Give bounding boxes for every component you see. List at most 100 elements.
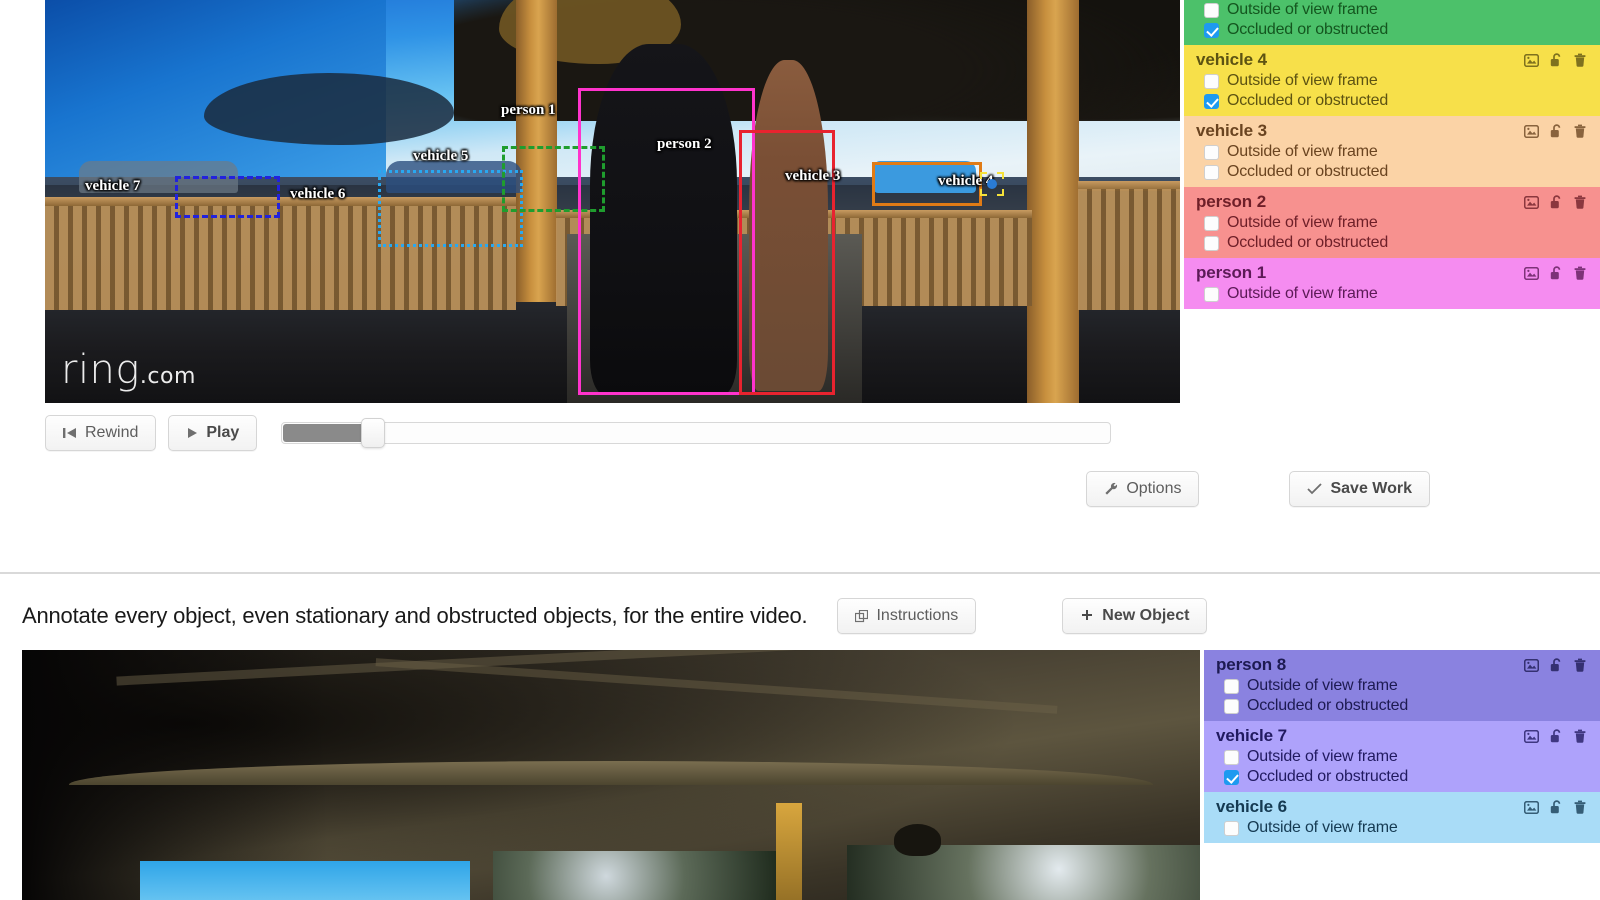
object-entry[interactable]: vehicle 7 Outside of view frame Occluded o… — [1204, 721, 1600, 792]
checkbox-label: Occluded or obstructed — [1227, 234, 1389, 251]
object-entry[interactable]: person 8 Outside of view frame Occluded or… — [1204, 650, 1600, 721]
checkbox-unchecked[interactable] — [1224, 749, 1239, 765]
object-entry[interactable]: vehicle 3 Outside of view frame Occluded o… — [1184, 116, 1600, 187]
unlock-icon[interactable] — [1550, 195, 1563, 209]
checkbox-unchecked[interactable] — [1204, 144, 1219, 160]
image-icon[interactable] — [1524, 195, 1539, 209]
object-header[interactable]: vehicle 4 — [1184, 48, 1600, 71]
checkbox-checked[interactable] — [1224, 769, 1239, 785]
timeline-handle[interactable] — [361, 418, 386, 448]
trash-icon[interactable] — [1574, 124, 1586, 138]
image-icon[interactable] — [1524, 658, 1539, 672]
video-viewport-bottom[interactable] — [22, 650, 1200, 900]
object-title: vehicle 3 — [1196, 121, 1267, 140]
checkbox-label: Outside of view frame — [1227, 72, 1378, 89]
unlock-icon[interactable] — [1550, 658, 1563, 672]
checkbox-row[interactable]: Outside of view frame — [1184, 284, 1600, 304]
object-header[interactable]: vehicle 7 — [1204, 724, 1600, 747]
checkbox-unchecked[interactable] — [1224, 678, 1239, 694]
checkbox-unchecked[interactable] — [1204, 73, 1219, 89]
play-button[interactable]: Play — [168, 415, 258, 451]
bounding-box-label: person 1 — [501, 102, 556, 118]
wrench-icon — [1104, 482, 1118, 496]
object-list-top[interactable]: Outside of view frame Occluded or obstruc… — [1180, 0, 1600, 403]
checkbox-row[interactable]: Occluded or obstructed — [1204, 696, 1600, 716]
checkbox-unchecked[interactable] — [1204, 2, 1219, 18]
save-work-button[interactable]: Save Work — [1289, 471, 1430, 507]
bounding-box-label: vehicle 5 — [413, 148, 469, 164]
object-title: vehicle 4 — [1196, 50, 1267, 69]
video-frame-scene — [45, 0, 1180, 403]
checkbox-row[interactable]: Outside of view frame — [1204, 747, 1600, 767]
unlock-icon[interactable] — [1550, 53, 1563, 67]
checkbox-row[interactable]: Outside of view frame — [1204, 818, 1600, 838]
timeline-slider[interactable] — [281, 418, 1112, 448]
hanging-bell — [893, 824, 941, 856]
checkbox-label: Occluded or obstructed — [1227, 21, 1389, 38]
object-header[interactable]: vehicle 6 — [1204, 795, 1600, 818]
object-entry[interactable]: vehicle 4 Outside of view frame Occluded o… — [1184, 45, 1600, 116]
object-entry[interactable]: vehicle 6 Outside of view frame — [1204, 792, 1600, 843]
object-header[interactable]: person 1 — [1184, 261, 1600, 284]
unlock-icon[interactable] — [1550, 266, 1563, 280]
checkbox-row[interactable]: Occluded or obstructed — [1184, 20, 1600, 40]
play-label: Play — [206, 424, 240, 441]
checkbox-row[interactable]: Occluded or obstructed — [1184, 91, 1600, 111]
checkbox-row[interactable]: Occluded or obstructed — [1204, 767, 1600, 787]
video-viewport-top[interactable]: vehicle 7 vehicle 6 vehicle 5 person 1 perso… — [45, 0, 1180, 403]
object-entry[interactable]: person 2 Outside of view frame Occluded or… — [1184, 187, 1600, 258]
object-header[interactable]: person 8 — [1204, 653, 1600, 676]
checkbox-label: Occluded or obstructed — [1227, 92, 1389, 109]
bounding-box-handles[interactable] — [980, 172, 1004, 196]
unlock-icon[interactable] — [1550, 729, 1563, 743]
object-icon-group — [1524, 124, 1590, 138]
trash-icon[interactable] — [1574, 729, 1586, 743]
object-title: person 2 — [1196, 192, 1267, 211]
object-list-bottom[interactable]: person 8 Outside of view frame Occluded or… — [1200, 650, 1600, 900]
object-icon-group — [1524, 195, 1590, 209]
new-object-button[interactable]: New Object — [1062, 598, 1208, 634]
checkbox-unchecked[interactable] — [1224, 698, 1239, 714]
instructions-button[interactable]: Instructions — [837, 598, 977, 634]
checkbox-row[interactable]: Outside of view frame — [1184, 71, 1600, 91]
checkbox-row[interactable]: Outside of view frame — [1184, 0, 1600, 20]
rewind-button[interactable]: Rewind — [45, 415, 157, 451]
object-header[interactable]: vehicle 3 — [1184, 119, 1600, 142]
image-icon[interactable] — [1524, 266, 1539, 280]
person-figure-1 — [748, 60, 829, 391]
checkbox-unchecked[interactable] — [1204, 235, 1219, 251]
checkbox-row[interactable]: Occluded or obstructed — [1184, 162, 1600, 182]
sky-through-opening — [139, 861, 470, 900]
trash-icon[interactable] — [1574, 195, 1586, 209]
unlock-icon[interactable] — [1550, 124, 1563, 138]
checkbox-checked[interactable] — [1204, 93, 1219, 109]
porch-post-left — [516, 0, 557, 303]
checkbox-unchecked[interactable] — [1224, 820, 1239, 836]
image-icon[interactable] — [1524, 729, 1539, 743]
checkbox-unchecked[interactable] — [1204, 286, 1219, 302]
checkbox-checked[interactable] — [1204, 22, 1219, 38]
options-button[interactable]: Options — [1086, 471, 1200, 507]
checkbox-row[interactable]: Occluded or obstructed — [1184, 233, 1600, 253]
object-header[interactable]: person 2 — [1184, 190, 1600, 213]
checkbox-unchecked[interactable] — [1204, 215, 1219, 231]
object-entry[interactable]: Outside of view frame Occluded or obstruc… — [1184, 0, 1600, 45]
trash-icon[interactable] — [1574, 266, 1586, 280]
checkbox-label: Occluded or obstructed — [1247, 768, 1409, 785]
trash-icon[interactable] — [1574, 53, 1586, 67]
image-icon[interactable] — [1524, 124, 1539, 138]
instructions-label: Instructions — [876, 607, 959, 624]
checkbox-unchecked[interactable] — [1204, 164, 1219, 180]
image-icon[interactable] — [1524, 53, 1539, 67]
image-icon[interactable] — [1524, 800, 1539, 814]
checkbox-row[interactable]: Outside of view frame — [1184, 213, 1600, 233]
checkbox-row[interactable]: Outside of view frame — [1184, 142, 1600, 162]
checkbox-row[interactable]: Outside of view frame — [1204, 676, 1600, 696]
checkbox-label: Outside of view frame — [1247, 819, 1398, 836]
save-work-label: Save Work — [1330, 480, 1412, 497]
object-entry[interactable]: person 1 Outside of view frame — [1184, 258, 1600, 309]
checkbox-label: Outside of view frame — [1227, 143, 1378, 160]
unlock-icon[interactable] — [1550, 800, 1563, 814]
trash-icon[interactable] — [1574, 658, 1586, 672]
trash-icon[interactable] — [1574, 800, 1586, 814]
